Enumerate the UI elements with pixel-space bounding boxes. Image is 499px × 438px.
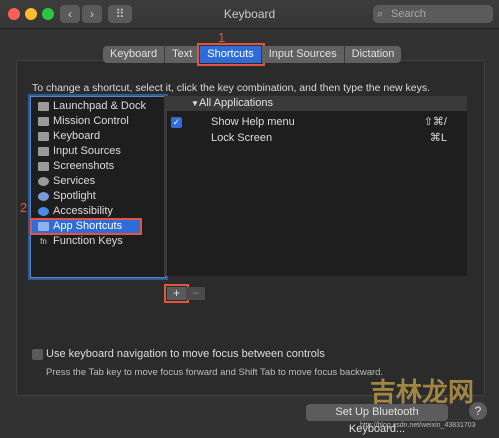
shortcut-group-header[interactable]: ▼ All Applications — [167, 96, 467, 111]
category-label: Screenshots — [53, 160, 115, 172]
shortcut-row[interactable]: ✓ Show Help menu ⇧⌘/ — [167, 115, 467, 130]
shortcut-name: Lock Screen — [211, 132, 273, 144]
tab-text[interactable]: Text — [165, 46, 201, 63]
category-label: Accessibility — [53, 205, 113, 217]
category-input-sources[interactable]: Input Sources — [31, 144, 165, 159]
fn-icon: fn — [40, 237, 47, 246]
category-label: App Shortcuts — [53, 220, 123, 232]
search-icon: ⌕ — [377, 8, 384, 20]
accessibility-icon — [38, 207, 49, 216]
bluetooth-keyboard-button[interactable]: Set Up Bluetooth Keyboard... — [306, 404, 448, 435]
shortcut-keys[interactable]: ⌘L — [430, 131, 447, 146]
shortcut-keys[interactable]: ⇧⌘/ — [424, 115, 447, 130]
category-spotlight[interactable]: Spotlight — [31, 189, 165, 204]
keyboard-navigation-label: Use keyboard navigation to move focus be… — [46, 348, 325, 360]
category-label: Launchpad & Dock — [53, 100, 146, 112]
spotlight-icon — [38, 192, 49, 201]
app-shortcuts-icon — [38, 222, 49, 231]
shortcut-list[interactable]: ▼ All Applications ✓ Show Help menu ⇧⌘/ … — [167, 96, 467, 276]
category-label: Function Keys — [53, 235, 123, 247]
category-label: Input Sources — [53, 145, 121, 157]
category-label: Spotlight — [53, 190, 96, 202]
keyboard-icon — [38, 132, 49, 141]
search-placeholder: Search — [391, 8, 426, 20]
screenshots-icon — [38, 162, 49, 171]
annotation-1: 1 — [218, 30, 226, 45]
category-screenshots[interactable]: Screenshots — [31, 159, 165, 174]
tab-keyboard[interactable]: Keyboard — [103, 46, 166, 63]
add-remove-controls: + − — [164, 284, 205, 303]
keyboard-navigation-checkbox[interactable] — [32, 349, 43, 360]
disclosure-triangle-icon[interactable]: ▼ — [191, 96, 199, 111]
category-function-keys[interactable]: fn Function Keys — [31, 234, 165, 249]
tab-bar: Keyboard Text Shortcuts Input Sources Di… — [103, 43, 402, 66]
tab-input-sources[interactable]: Input Sources — [261, 46, 345, 63]
shortcut-name: Show Help menu — [211, 116, 295, 128]
mission-control-icon — [38, 117, 49, 126]
watermark-url: http://blog.csdn.net/weixin_43831703 — [360, 422, 476, 429]
category-label: Mission Control — [53, 115, 129, 127]
shortcut-group-label: All Applications — [199, 97, 273, 109]
title-bar: ‹ › ⠿ Keyboard ⌕ Search — [0, 0, 499, 29]
instructions-text: To change a shortcut, select it, click t… — [32, 82, 431, 94]
category-label: Keyboard — [53, 130, 101, 142]
category-launchpad-dock[interactable]: Launchpad & Dock — [31, 99, 165, 114]
category-mission-control[interactable]: Mission Control — [31, 114, 165, 129]
category-keyboard[interactable]: Keyboard — [31, 129, 165, 144]
shortcut-checkbox[interactable]: ✓ — [171, 117, 182, 128]
shortcut-row[interactable]: Lock Screen ⌘L — [167, 131, 467, 146]
remove-shortcut-button[interactable]: − — [186, 287, 205, 300]
category-list[interactable]: Launchpad & Dock Mission Control Keyboar… — [30, 96, 166, 278]
tab-dictation[interactable]: Dictation — [344, 46, 402, 63]
search-input[interactable]: ⌕ Search — [373, 5, 493, 23]
launchpad-icon — [38, 102, 49, 111]
input-sources-icon — [38, 147, 49, 156]
tab-shortcuts[interactable]: Shortcuts — [197, 43, 265, 66]
annotation-2: 2 — [20, 200, 28, 215]
category-services[interactable]: Services — [31, 174, 165, 189]
add-shortcut-button[interactable]: + — [164, 284, 189, 303]
category-app-shortcuts[interactable]: App Shortcuts — [30, 218, 142, 235]
keyboard-navigation-hint: Press the Tab key to move focus forward … — [46, 367, 384, 378]
gear-icon — [38, 177, 49, 186]
category-label: Services — [53, 175, 96, 187]
help-button[interactable]: ? — [469, 402, 487, 420]
category-accessibility[interactable]: Accessibility — [31, 204, 165, 219]
